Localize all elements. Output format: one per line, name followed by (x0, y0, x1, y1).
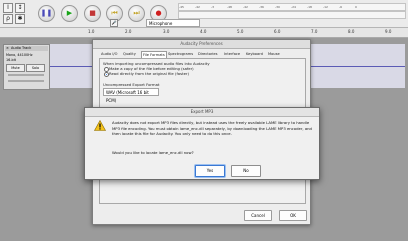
no-button[interactable]: No (231, 165, 261, 177)
preferences-title: Audacity Preferences (93, 40, 310, 49)
tab-file-formats[interactable]: File Formats (141, 51, 167, 58)
multi-tool-icon[interactable]: ✱ (15, 14, 25, 24)
selection-tool-icon[interactable]: I (3, 3, 13, 13)
mute-button[interactable]: Mute (6, 64, 25, 72)
tab-audio-io[interactable]: Audio I/O (101, 51, 117, 57)
tab-keyboard[interactable]: Keyboard (246, 51, 263, 57)
tab-mouse[interactable]: Mouse (268, 51, 280, 57)
track-info-rate: Mono, 44100Hz (6, 53, 33, 57)
export-format-heading: Uncompressed Export Format (103, 82, 160, 87)
tab-spectrograms[interactable]: Spectrograms (168, 51, 193, 57)
export-format-select[interactable]: WAV (Microsoft 16 bit PCM) (103, 88, 159, 103)
tab-quality[interactable]: Quality (123, 51, 136, 57)
ruler-tick: 8.0 (348, 29, 355, 34)
export-question: Would you like to locate lame_enc.dll no… (112, 150, 194, 155)
gain-slider[interactable] (8, 74, 44, 76)
solo-button[interactable]: Solo (26, 64, 45, 72)
tab-interface[interactable]: Interface (224, 51, 240, 57)
envelope-tool-icon[interactable]: ↕ (15, 3, 25, 13)
ok-button[interactable]: OK (279, 210, 307, 221)
warning-icon (94, 120, 106, 131)
track-info-format: 16-bit (6, 58, 16, 62)
ruler-tick: 3.0 (163, 29, 170, 34)
cancel-button[interactable]: Cancel (244, 210, 272, 221)
microphone-icon: 🎤 (110, 19, 118, 27)
export-mp3-dialog: Export MP3 Audacity does not export MP3 … (84, 107, 320, 180)
ruler-tick: 2.0 (125, 29, 132, 34)
recording-meter[interactable] (178, 11, 406, 19)
ruler-tick: 6.0 (274, 29, 281, 34)
export-message: Audacity does not export MP3 files direc… (112, 120, 312, 137)
main-toolbar: I ↕ ρ ✱ ❚❚ ▶ ■ ⏮ ⏭ ● -45 -42 -3 -48 -42 -36 -3… (0, 0, 408, 28)
playback-meter[interactable]: -45 -42 -3 -48 -42 -36 -30 -24 -18 -12 -6 0 (178, 3, 406, 11)
stop-button[interactable]: ■ (84, 5, 101, 22)
ruler-tick: 7.0 (311, 29, 318, 34)
input-device-select[interactable]: Microphone (146, 19, 200, 27)
track-title-bar[interactable]: × Audio Track (5, 46, 48, 51)
track-name: Audio Track (11, 46, 32, 50)
export-mp3-title: Export MP3 (85, 108, 319, 117)
timeline-ruler[interactable]: 1.0 2.0 3.0 4.0 5.0 6.0 7.0 8.0 9.0 (0, 28, 408, 38)
play-button[interactable]: ▶ (61, 5, 78, 22)
close-track-icon[interactable]: × (6, 46, 9, 50)
pause-button[interactable]: ❚❚ (38, 5, 55, 22)
zoom-tool-icon[interactable]: ρ (3, 14, 13, 24)
track-control-panel[interactable]: × Audio Track Mono, 44100Hz 16-bit Mute … (3, 44, 50, 90)
yes-button[interactable]: Yes (195, 165, 225, 177)
ruler-tick: 4.0 (200, 29, 207, 34)
skip-end-button[interactable]: ⏭ (128, 5, 145, 22)
pan-slider[interactable] (8, 80, 44, 82)
read-direct-label: Read directly from the original file (fa… (109, 71, 189, 76)
ruler-tick: 9.0 (385, 29, 392, 34)
ruler-tick: 5.0 (237, 29, 244, 34)
ruler-tick: 1.0 (88, 29, 95, 34)
tab-directories[interactable]: Directories (198, 51, 218, 57)
